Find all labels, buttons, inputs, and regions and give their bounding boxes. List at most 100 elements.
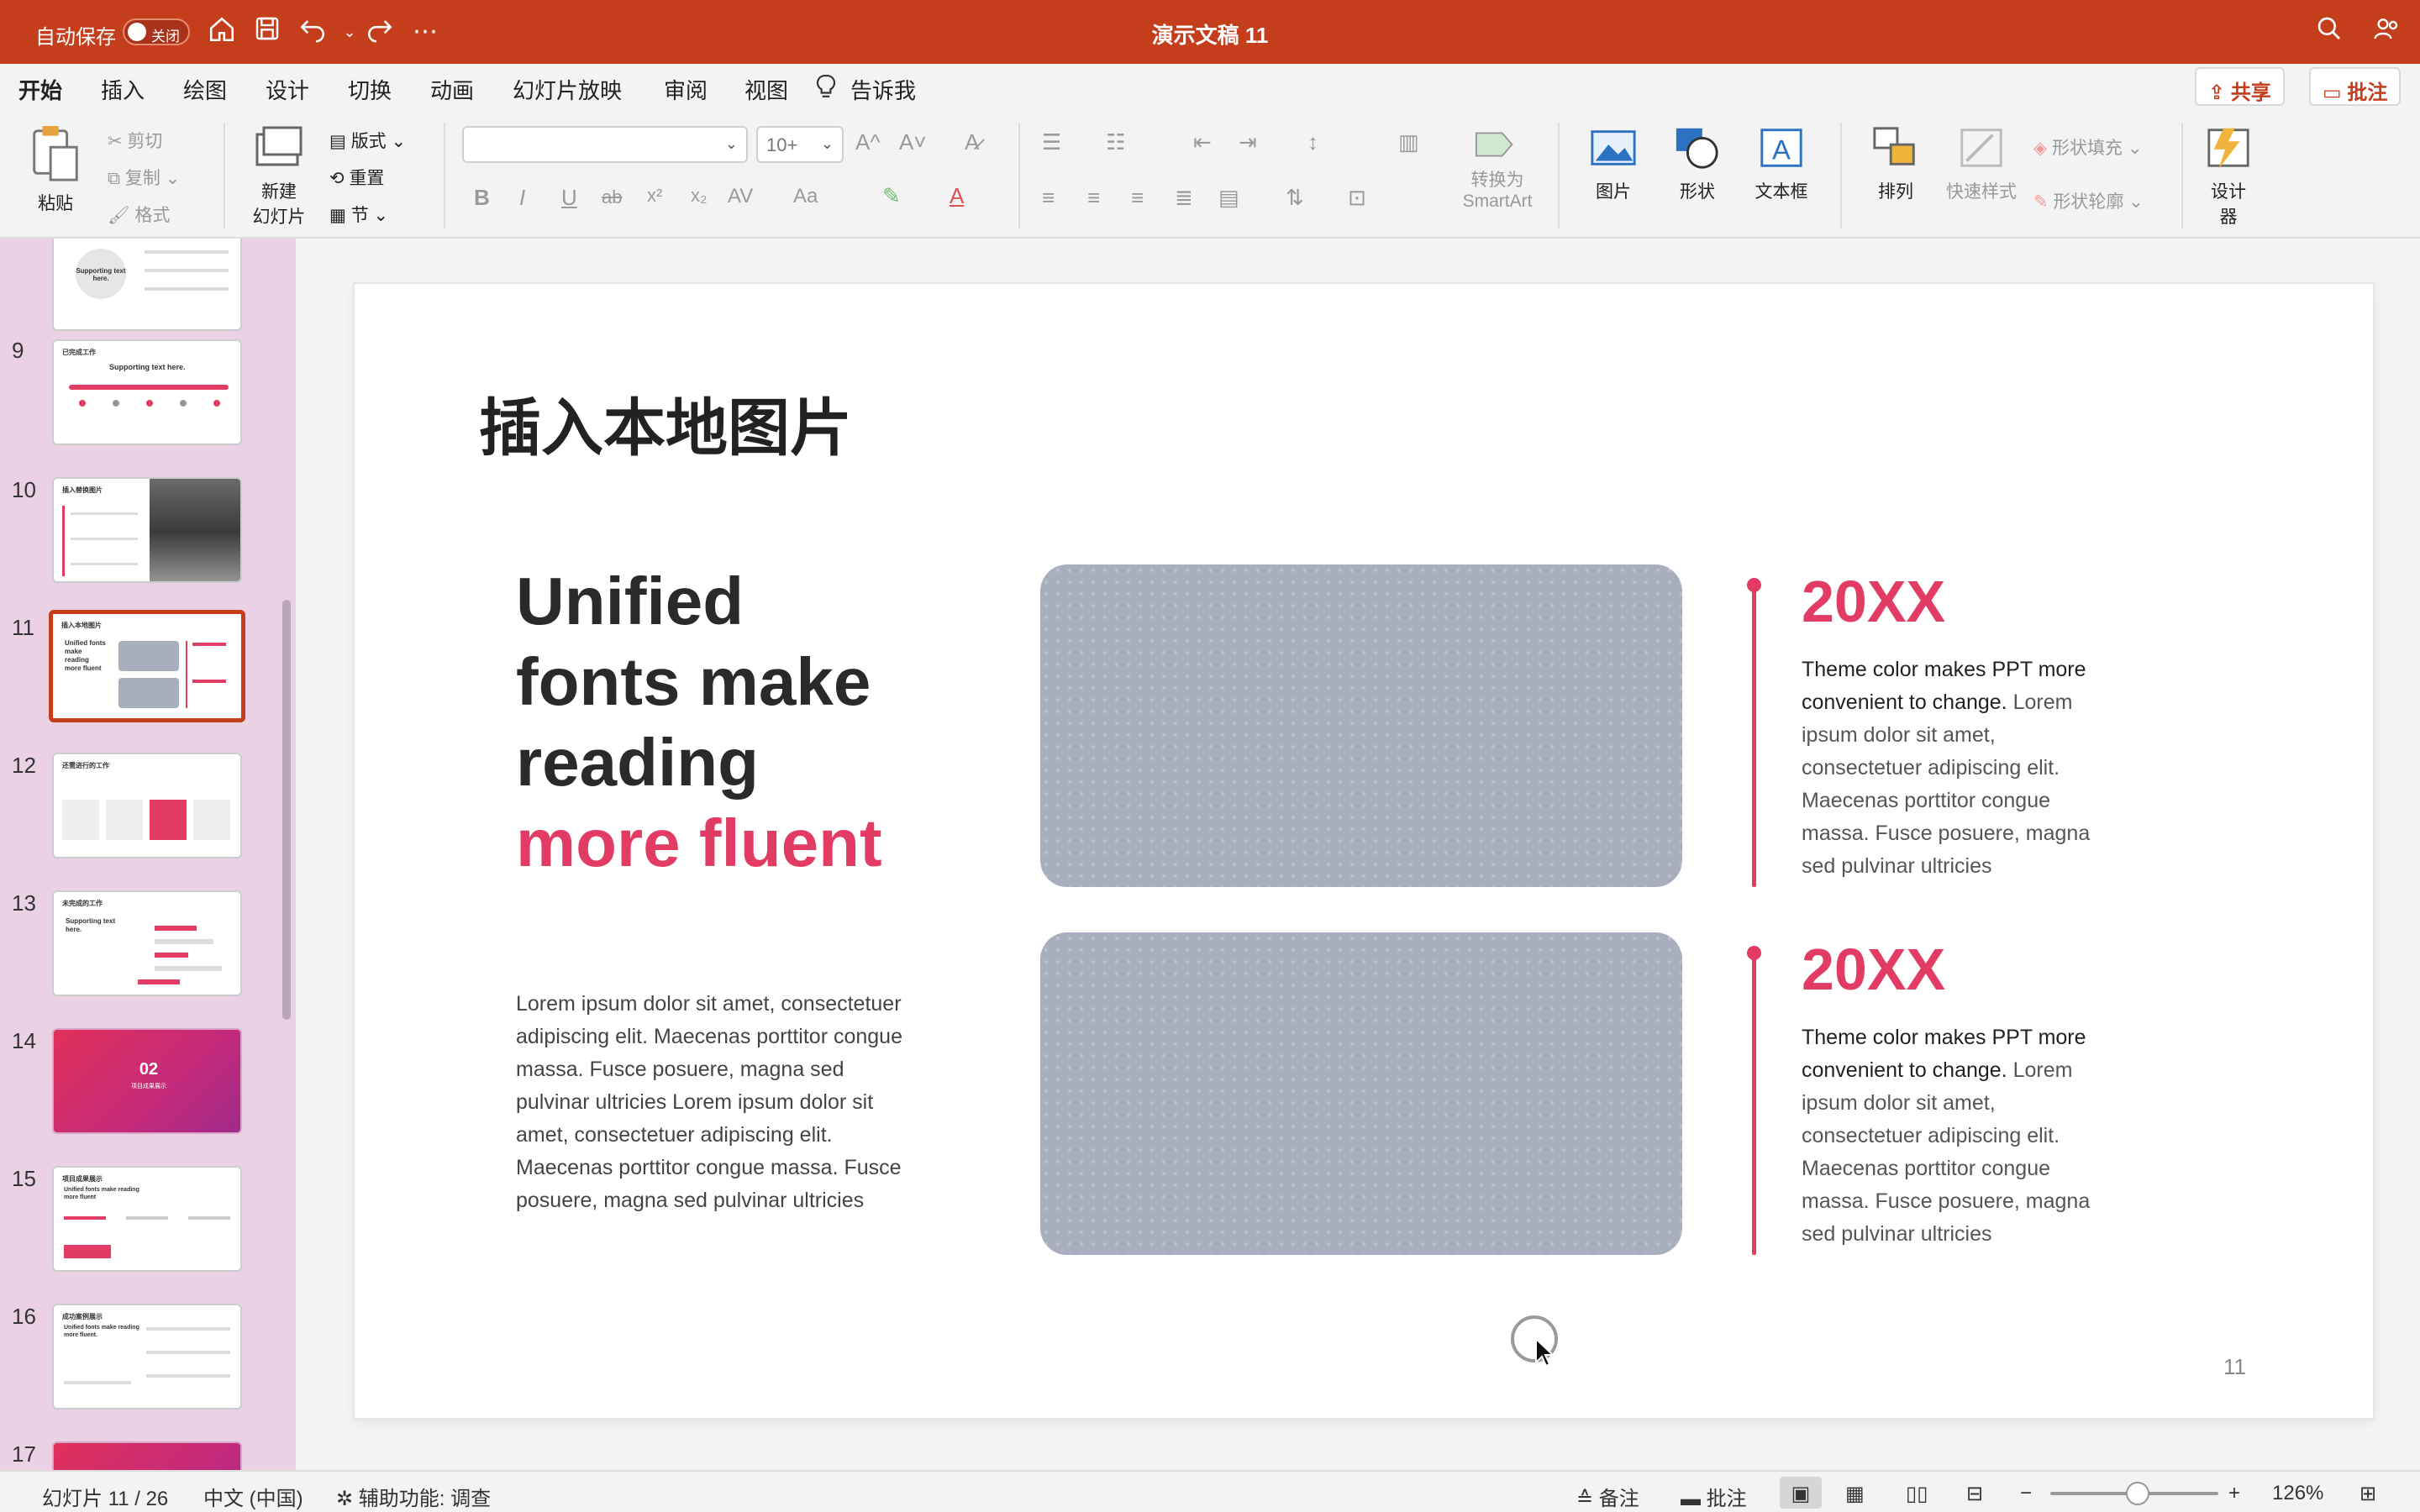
- tab-home[interactable]: 开始: [18, 74, 63, 117]
- slide-thumbnail-11[interactable]: 插入本地图片 Unified fonts make reading more f…: [49, 610, 245, 722]
- fit-to-window-icon[interactable]: ⊞: [2360, 1482, 2376, 1506]
- quick-styles-button[interactable]: 快速样式: [1938, 124, 2025, 203]
- subscript-icon[interactable]: x₂: [691, 185, 708, 207]
- superscript-icon[interactable]: x²: [647, 185, 662, 207]
- shape-outline-button[interactable]: ✎ 形状轮廓 ⌄: [2033, 188, 2144, 213]
- align-center-icon[interactable]: ≡: [1087, 185, 1100, 211]
- headline[interactable]: Unified fonts make reading more fluent: [516, 561, 953, 884]
- arrange-icon: [1873, 127, 1915, 165]
- textbox-button[interactable]: A 文本框: [1743, 124, 1820, 203]
- zoom-slider-knob[interactable]: [2126, 1482, 2149, 1505]
- zoom-in-icon[interactable]: +: [2228, 1482, 2240, 1505]
- slide-thumbnail-15[interactable]: 项目成果展示 Unified fonts make reading more f…: [52, 1166, 242, 1272]
- picture-button[interactable]: 图片: [1575, 124, 1652, 203]
- justify-icon[interactable]: ≣: [1175, 185, 1193, 211]
- search-icon[interactable]: [2312, 15, 2346, 49]
- timeline-description[interactable]: Theme color makes PPT more convenient to…: [1802, 1021, 2104, 1251]
- font-name-select[interactable]: ⌄: [462, 126, 748, 163]
- picture-placeholder-2[interactable]: [1040, 932, 1682, 1255]
- slideshow-view-icon[interactable]: ⊟: [1966, 1482, 1983, 1506]
- layout-button[interactable]: ▤ 版式 ⌄: [329, 128, 406, 153]
- clear-format-icon[interactable]: A̷: [965, 129, 979, 155]
- tell-me-search[interactable]: 告诉我: [850, 74, 916, 105]
- chevron-down-icon: ⌄: [820, 135, 834, 152]
- slide[interactable]: 插入本地图片 Unified fonts make reading more f…: [355, 284, 2373, 1418]
- title-bar: 自动保存 关闭 ⌄ ⋯ 演示文稿 11: [0, 0, 2420, 64]
- char-spacing-icon[interactable]: AV: [728, 185, 753, 208]
- underline-icon[interactable]: U: [561, 185, 577, 211]
- paste-button[interactable]: 粘贴: [22, 124, 89, 215]
- slide-thumbnail-13[interactable]: 未完成的工作 Supporting text here.: [52, 890, 242, 996]
- format-painter-button[interactable]: 🖌 格式: [108, 202, 171, 227]
- timeline-year[interactable]: 20XX: [1802, 936, 1945, 1003]
- copy-button[interactable]: ⧉ 复制 ⌄: [108, 165, 180, 190]
- tab-slideshow[interactable]: 幻灯片放映: [513, 74, 622, 105]
- designer-button[interactable]: 设计 器: [2195, 124, 2262, 228]
- slide-thumbnail-10[interactable]: 插入替换图片: [52, 477, 242, 583]
- reset-button[interactable]: ⟲ 重置: [329, 165, 384, 190]
- slide-thumbnail-17[interactable]: [52, 1441, 242, 1470]
- tab-animations[interactable]: 动画: [430, 74, 474, 105]
- slide-thumbnail-12[interactable]: 还需进行的工作: [52, 753, 242, 858]
- font-color-icon[interactable]: A: [950, 183, 964, 209]
- decrease-indent-icon[interactable]: ⇤: [1193, 129, 1212, 155]
- highlight-icon[interactable]: ✎: [882, 183, 901, 209]
- columns-icon[interactable]: ▥: [1398, 129, 1419, 155]
- timeline-year[interactable]: 20XX: [1802, 568, 1945, 635]
- tab-draw[interactable]: 绘图: [183, 74, 227, 105]
- timeline-description[interactable]: Theme color makes PPT more convenient to…: [1802, 654, 2104, 883]
- thumb-title: 项目成果展示: [62, 1175, 103, 1183]
- arrange-button[interactable]: 排列: [1854, 124, 1938, 203]
- text-direction-icon[interactable]: ⇅: [1286, 185, 1304, 211]
- shape-button[interactable]: 形状: [1660, 124, 1734, 203]
- shape-fill-button[interactable]: ◈ 形状填充 ⌄: [2033, 134, 2142, 160]
- thumbnail-scrollbar[interactable]: [282, 600, 291, 1020]
- notes-button[interactable]: ≙ 备注: [1576, 1482, 1639, 1511]
- shrink-font-icon[interactable]: A˅: [899, 129, 927, 155]
- font-size-select[interactable]: 10+ ⌄: [756, 126, 844, 163]
- cut-button[interactable]: ✂ 剪切: [108, 128, 162, 153]
- increase-indent-icon[interactable]: ⇥: [1239, 129, 1257, 155]
- italic-icon[interactable]: I: [519, 185, 525, 211]
- slide-sorter-icon[interactable]: ▦: [1845, 1482, 1865, 1506]
- picture-placeholder-1[interactable]: [1040, 564, 1682, 887]
- body-text[interactable]: Lorem ipsum dolor sit amet, consectetuer…: [516, 988, 911, 1217]
- comments-button[interactable]: ▭ 批注: [2309, 67, 2402, 106]
- bullets-icon[interactable]: ☰: [1042, 129, 1061, 155]
- reading-view-icon[interactable]: ▯▯: [1906, 1482, 1928, 1506]
- language-indicator[interactable]: 中文 (中国): [203, 1482, 303, 1511]
- change-case-icon[interactable]: Aa: [793, 185, 818, 208]
- convert-smartart-button[interactable]: 转换为 SmartArt: [1444, 126, 1551, 212]
- share-button[interactable]: ⇪ 共享: [2195, 67, 2285, 106]
- normal-view-icon[interactable]: ▣: [1780, 1477, 1822, 1509]
- tab-design[interactable]: 设计: [266, 74, 309, 105]
- slide-thumbnail-9[interactable]: 已完成工作 Supporting text here.: [52, 339, 242, 445]
- slide-thumbnail-14[interactable]: 02 项目成果展示: [52, 1028, 242, 1134]
- line-spacing-icon[interactable]: ↕: [1307, 129, 1318, 155]
- tab-review[interactable]: 审阅: [664, 74, 708, 105]
- timeline-detail: Lorem ipsum dolor sit amet, consectetuer…: [1802, 690, 2091, 878]
- layout-icon: ▤: [329, 132, 351, 151]
- slide-thumbnail-16[interactable]: 成功案例展示 Unified fonts make reading more f…: [52, 1304, 242, 1410]
- tab-transitions[interactable]: 切换: [348, 74, 392, 105]
- bold-icon[interactable]: B: [474, 185, 490, 211]
- accessibility-button[interactable]: ✲ 辅助功能: 调查: [336, 1482, 491, 1511]
- align-text-icon[interactable]: ⊡: [1348, 185, 1366, 211]
- zoom-level[interactable]: 126%: [2272, 1482, 2323, 1505]
- zoom-out-icon[interactable]: −: [2020, 1482, 2032, 1505]
- slide-thumbnail-pane[interactable]: Supporting text here. 9 已完成工作 Supporting…: [0, 239, 296, 1470]
- slide-thumbnail-8[interactable]: Supporting text here.: [52, 239, 242, 331]
- distribute-icon[interactable]: ▤: [1218, 185, 1239, 211]
- share-person-icon[interactable]: [2370, 15, 2403, 49]
- align-right-icon[interactable]: ≡: [1131, 185, 1144, 211]
- slide-title[interactable]: 插入本地图片: [479, 378, 852, 468]
- section-button[interactable]: ▦ 节 ⌄: [329, 202, 388, 227]
- comments-status-button[interactable]: ▬ 批注: [1681, 1482, 1747, 1511]
- new-slide-button[interactable]: 新建 幻灯片: [239, 124, 319, 228]
- numbering-icon[interactable]: ☷: [1106, 129, 1125, 155]
- grow-font-icon[interactable]: A^: [855, 129, 881, 155]
- tab-view[interactable]: 视图: [744, 74, 788, 105]
- tab-insert[interactable]: 插入: [101, 74, 145, 105]
- align-left-icon[interactable]: ≡: [1042, 185, 1055, 211]
- strikethrough-icon[interactable]: ab: [602, 186, 622, 208]
